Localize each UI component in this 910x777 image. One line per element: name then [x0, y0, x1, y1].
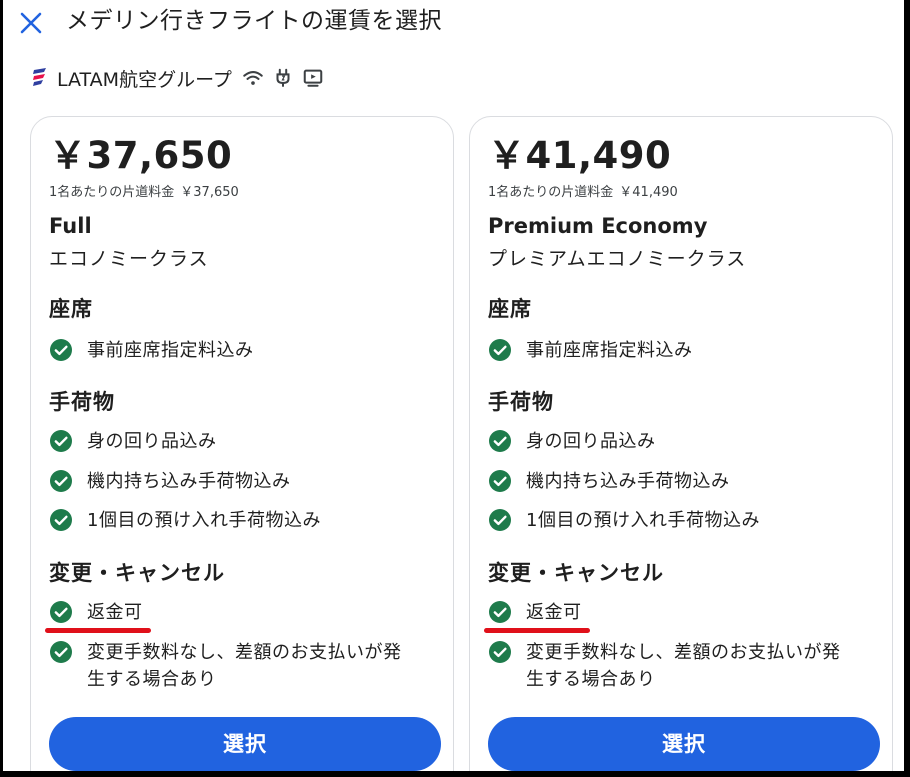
- per-person-label: 1名あたりの片道料金: [49, 185, 175, 200]
- close-icon[interactable]: [17, 9, 45, 37]
- check-circle-icon: [488, 640, 512, 664]
- airline-logo-icon: [33, 68, 46, 86]
- select-button[interactable]: 選択: [488, 717, 880, 771]
- wifi-icon: [243, 71, 263, 85]
- power-plug-icon: [276, 68, 290, 87]
- feature-item: 身の回り品込み: [49, 428, 417, 455]
- fare-card-full[interactable]: ￥37,650 1名あたりの片道料金 ￥37,650 Full エコノミークラス …: [30, 116, 454, 771]
- header: メデリン行きフライトの運賃を選択: [3, 0, 904, 46]
- feature-item: 機内持ち込み手荷物込み: [49, 468, 417, 495]
- feature-item-refundable: 返金可: [49, 599, 417, 626]
- fare-price: ￥37,650: [49, 134, 233, 177]
- per-person-value: ￥37,650: [180, 185, 239, 200]
- cabin-class: エコノミークラス: [49, 248, 209, 270]
- highlight-underline: [45, 628, 151, 633]
- per-person-price: 1名あたりの片道料金 ￥37,650: [49, 181, 239, 200]
- feature-item: 機内持ち込み手荷物込み: [488, 468, 856, 495]
- airline-name: LATAM航空グループ: [57, 68, 232, 91]
- check-circle-icon: [488, 429, 512, 453]
- section-title-baggage: 手荷物: [49, 390, 115, 414]
- check-circle-icon: [49, 640, 73, 664]
- check-circle-icon: [49, 429, 73, 453]
- section-title-seat: 座席: [488, 297, 532, 321]
- check-circle-icon: [49, 508, 73, 532]
- check-circle-icon: [488, 600, 512, 624]
- cabin-class: プレミアムエコノミークラス: [488, 248, 747, 270]
- check-circle-icon: [49, 469, 73, 493]
- feature-item: 変更手数料なし、差額のお支払いが発生する場合あり: [488, 639, 856, 693]
- check-circle-icon: [488, 338, 512, 362]
- fare-selection-panel: メデリン行きフライトの運賃を選択 LATAM航空グループ ￥37,650 1名あ…: [3, 0, 904, 771]
- highlight-underline: [484, 628, 590, 633]
- feature-item-refundable: 返金可: [488, 599, 856, 626]
- per-person-price: 1名あたりの片道料金 ￥41,490: [488, 181, 678, 200]
- fare-card-premium-economy[interactable]: ￥41,490 1名あたりの片道料金 ￥41,490 Premium Econom…: [469, 116, 893, 771]
- check-circle-icon: [49, 338, 73, 362]
- section-title-change-cancel: 変更・キャンセル: [488, 561, 664, 585]
- check-circle-icon: [488, 469, 512, 493]
- fare-price: ￥41,490: [488, 134, 672, 177]
- section-title-baggage: 手荷物: [488, 390, 554, 414]
- video-screen-icon: [303, 69, 323, 87]
- feature-item: 身の回り品込み: [488, 428, 856, 455]
- feature-item: 1個目の預け入れ手荷物込み: [488, 507, 856, 534]
- feature-item: 事前座席指定料込み: [488, 337, 856, 364]
- feature-item: 1個目の預け入れ手荷物込み: [49, 507, 417, 534]
- check-circle-icon: [49, 600, 73, 624]
- check-circle-icon: [488, 508, 512, 532]
- page-title: メデリン行きフライトの運賃を選択: [66, 8, 442, 34]
- section-title-change-cancel: 変更・キャンセル: [49, 561, 225, 585]
- feature-item: 事前座席指定料込み: [49, 337, 417, 364]
- section-title-seat: 座席: [49, 297, 93, 321]
- airline-row: LATAM航空グループ: [31, 64, 332, 92]
- fare-name: Premium Economy: [488, 214, 708, 238]
- fare-name: Full: [49, 214, 92, 238]
- per-person-label: 1名あたりの片道料金: [488, 185, 614, 200]
- select-button[interactable]: 選択: [49, 717, 441, 771]
- feature-item: 変更手数料なし、差額のお支払いが発生する場合あり: [49, 639, 417, 693]
- per-person-value: ￥41,490: [619, 185, 678, 200]
